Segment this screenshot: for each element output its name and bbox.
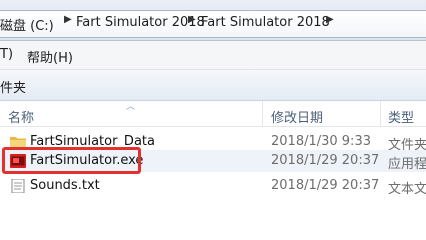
file-date: 2018/1/30 9:33 bbox=[271, 134, 371, 149]
column-name[interactable]: 名称 bbox=[8, 107, 34, 126]
text-file-icon bbox=[11, 179, 25, 193]
highlight-box bbox=[2, 147, 141, 174]
address-bar: 磁盘 (C:) ▶ Fart Simulator 2018 ▶ Fart Sim… bbox=[0, 0, 426, 41]
file-date: 2018/1/29 20:37 bbox=[271, 178, 380, 193]
menu-tools[interactable]: T) bbox=[0, 47, 13, 62]
breadcrumb-separator-icon[interactable]: ▶ bbox=[326, 14, 334, 25]
column-date[interactable]: 修改日期 bbox=[271, 107, 323, 126]
file-name: Sounds.txt bbox=[30, 178, 100, 193]
column-header: ︿ 名称 修改日期 类型 bbox=[0, 101, 426, 127]
column-type[interactable]: 类型 bbox=[388, 107, 414, 126]
column-divider[interactable] bbox=[380, 101, 381, 126]
toolbar: 件夹 bbox=[0, 70, 426, 101]
file-type: 文本文 bbox=[388, 182, 426, 197]
breadcrumb-separator-icon[interactable]: ▶ bbox=[64, 14, 72, 25]
breadcrumb-folder-2[interactable]: Fart Simulator 2018 bbox=[201, 15, 330, 30]
file-row[interactable]: Sounds.txt 2018/1/29 20:37 文本文 bbox=[0, 175, 426, 197]
new-folder-button[interactable]: 件夹 bbox=[0, 77, 26, 96]
file-date: 2018/1/29 20:37 bbox=[271, 153, 380, 168]
file-type: 应用程 bbox=[388, 157, 426, 172]
column-divider[interactable] bbox=[262, 101, 263, 126]
breadcrumb[interactable]: 磁盘 (C:) ▶ Fart Simulator 2018 ▶ Fart Sim… bbox=[0, 10, 426, 38]
breadcrumb-separator-icon[interactable]: ▶ bbox=[188, 14, 196, 25]
breadcrumb-drive[interactable]: 磁盘 (C:) bbox=[0, 15, 54, 34]
menu-bar: T) 帮助(H) bbox=[0, 41, 426, 70]
sort-ascending-icon: ︿ bbox=[126, 102, 136, 112]
menu-help[interactable]: 帮助(H) bbox=[27, 47, 73, 66]
breadcrumb-folder-1[interactable]: Fart Simulator 2018 bbox=[76, 15, 205, 30]
